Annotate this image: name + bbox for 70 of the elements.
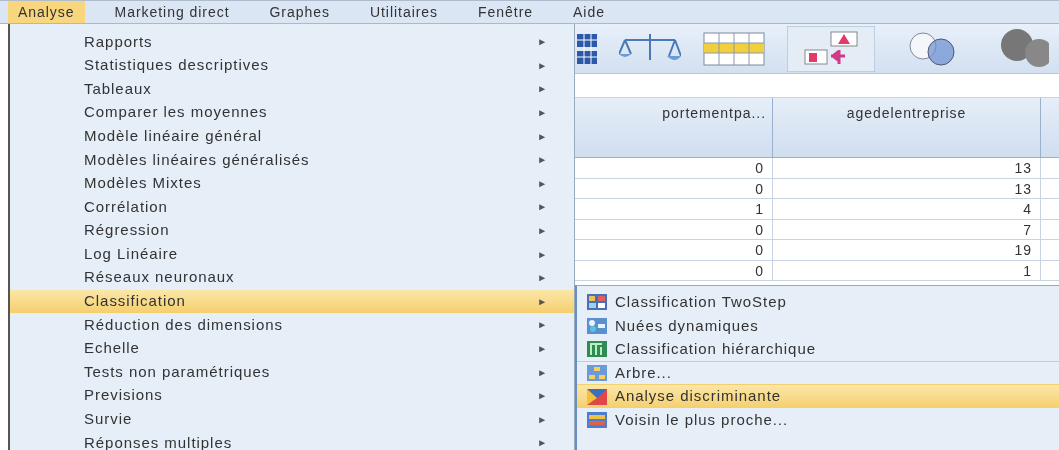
menu-bar-item[interactable]: Analyse — [8, 1, 85, 23]
submenu-arrow-icon: ► — [537, 81, 548, 97]
submenu-item[interactable]: Nuées dynamiques — [577, 313, 1059, 338]
submenu-arrow-icon: ► — [537, 175, 548, 191]
table-cell: 1 — [773, 260, 1041, 280]
value-labels-icon[interactable] — [787, 25, 875, 72]
menu-item[interactable]: Corrélation ► — [10, 195, 574, 219]
submenu-arrow-icon: ► — [537, 105, 548, 121]
cluster-icon — [587, 317, 607, 334]
menu-item[interactable]: Comparer les moyennes ► — [10, 100, 574, 125]
menu-bar-item[interactable]: Graphes — [259, 1, 340, 23]
submenu-item[interactable]: Classification TwoStep — [577, 290, 1059, 314]
column-header[interactable]: agedelentreprise — [773, 98, 1041, 157]
dendrogram-icon — [587, 341, 607, 358]
menu-item[interactable]: Modèles Mixtes ► — [10, 171, 574, 196]
menu-item[interactable]: Statistiques descriptives ► — [10, 53, 574, 78]
submenu-arrow-icon: ► — [537, 270, 548, 286]
menu-item[interactable]: Classification ► — [10, 289, 574, 314]
menu-item[interactable]: Réduction des dimensions ► — [10, 313, 574, 337]
submenu-arrow-icon: ► — [537, 364, 548, 380]
table-cell: 0 — [575, 219, 773, 239]
table-cell: 7 — [773, 219, 1041, 239]
submenu-arrow-icon: ► — [537, 411, 548, 427]
submenu-arrow-icon: ► — [537, 293, 548, 309]
menu-bar-item[interactable]: Fenêtre — [468, 1, 543, 23]
spreadsheet-icon — [703, 31, 765, 66]
table-cell: 4 — [773, 199, 1041, 219]
submenu-arrow-icon: ► — [537, 223, 548, 239]
menu-item[interactable]: Tests non paramétriques ► — [10, 360, 574, 384]
menu-item[interactable]: Log Linéaire ► — [10, 242, 574, 266]
table-cell: 1 — [575, 199, 773, 219]
table-cell: 0 — [575, 260, 773, 280]
menu-item[interactable]: Survie ► — [10, 407, 574, 432]
submenu-item[interactable]: Classification hiérarchique — [577, 337, 1059, 361]
submenu-item[interactable]: Voisin le plus proche... — [577, 407, 1059, 432]
column-header[interactable]: portementpa... — [575, 98, 773, 157]
menu-item[interactable]: Tableaux ► — [10, 77, 574, 101]
submenu-arrow-icon: ► — [537, 152, 548, 168]
menu-item[interactable]: Régression ► — [10, 218, 574, 243]
menu-bar-item[interactable]: Marketing direct — [104, 1, 240, 23]
submenu-arrow-icon: ► — [537, 317, 548, 333]
submenu-arrow-icon: ► — [537, 341, 548, 356]
discriminant-icon — [587, 388, 607, 405]
submenu-arrow-icon: ► — [537, 435, 548, 450]
submenu-arrow-icon: ► — [537, 57, 548, 73]
menu-item[interactable]: Modèle linéaire général ► — [10, 124, 574, 148]
menu-item[interactable]: Previsions ► — [10, 383, 574, 408]
submenu-item[interactable]: Analyse discriminante — [577, 384, 1059, 408]
table-cell: 0 — [575, 240, 773, 260]
submenu-arrow-icon: ► — [537, 34, 548, 50]
tree-icon — [587, 365, 607, 382]
submenu-arrow-icon: ► — [537, 128, 548, 144]
cluster-icon — [587, 294, 607, 311]
table-cell: 19 — [773, 240, 1041, 260]
table-cell: 0 — [575, 158, 773, 178]
menu-item[interactable]: Réponses multiples ► — [10, 431, 574, 450]
table-cell: 13 — [773, 178, 1041, 198]
table-icon — [577, 31, 597, 66]
neighbor-icon — [587, 412, 607, 429]
menu-bar-item[interactable]: Utilitaires — [359, 1, 449, 23]
table-cell: 0 — [575, 178, 773, 198]
menu-item[interactable]: Réseaux neuronaux ► — [10, 265, 574, 290]
submenu-arrow-icon: ► — [537, 199, 548, 215]
menu-item[interactable]: Rapports ► — [10, 30, 574, 54]
menu-item[interactable]: Echelle ► — [10, 336, 574, 361]
submenu-arrow-icon: ► — [537, 246, 548, 262]
menu-bar-item[interactable]: Aide — [563, 1, 615, 23]
table-cell: 13 — [773, 158, 1041, 178]
menu-item[interactable]: Modèles linéaires généralisés ► — [10, 147, 574, 172]
submenu-arrow-icon: ► — [537, 388, 548, 404]
